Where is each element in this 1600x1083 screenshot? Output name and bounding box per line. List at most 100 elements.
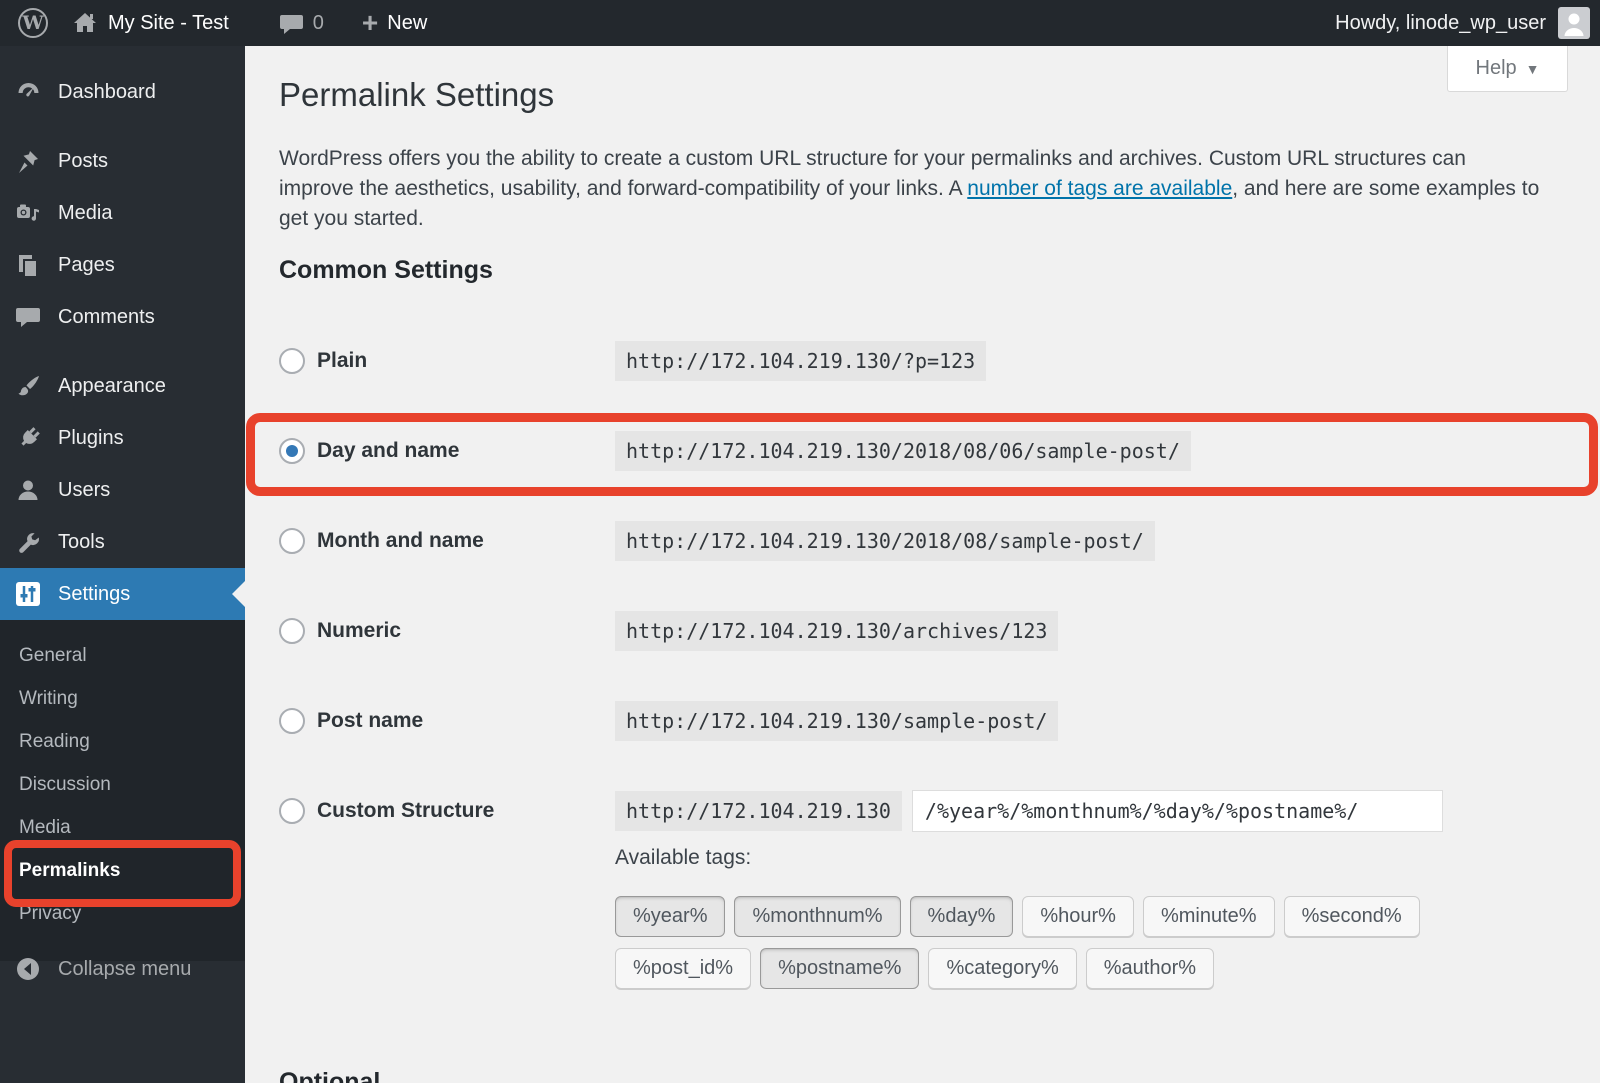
option-label: Numeric [317,619,402,642]
option-row-month-and-name: Month and name http://172.104.219.130/20… [279,496,1443,586]
example-url: http://172.104.219.130/2018/08/sample-po… [615,521,1155,561]
help-dropdown-button[interactable]: Help ▼ [1447,46,1568,92]
radio-day-and-name[interactable] [279,438,305,464]
option-label: Day and name [317,439,460,462]
sidebar-item-appearance[interactable]: Appearance [0,360,245,412]
sidebar-item-label: Media [58,201,113,224]
menu-separator [0,118,245,135]
tag-button-year[interactable]: %year% [615,896,726,937]
sidebar-item-label: Plugins [58,426,124,449]
tag-button-category[interactable]: %category% [928,948,1077,989]
sidebar-item-plugins[interactable]: Plugins [0,412,245,464]
tags-available-link[interactable]: number of tags are available [967,177,1232,200]
submenu-item-discussion[interactable]: Discussion [0,763,245,806]
appearance-icon [14,373,42,400]
media-icon [14,200,42,227]
howdy-account-link[interactable]: Howdy, linode_wp_user [1335,12,1546,35]
plus-icon: + [361,7,379,38]
help-caret-icon: ▼ [1525,60,1540,77]
wordpress-menu-button[interactable]: W [0,0,60,46]
sidebar-item-label: Tools [58,530,105,553]
collapse-menu-label: Collapse menu [58,957,192,980]
example-url: http://172.104.219.130/sample-post/ [615,701,1059,741]
sidebar-item-settings[interactable]: Settings [0,568,245,620]
tag-button-post-id[interactable]: %post_id% [615,948,752,989]
tag-button-second[interactable]: %second% [1283,896,1420,937]
tag-button-minute[interactable]: %minute% [1142,896,1275,937]
option-row-numeric: Numeric http://172.104.219.130/archives/… [279,586,1443,676]
option-label: Post name [317,709,424,732]
tag-button-author[interactable]: %author% [1085,948,1215,989]
main-content: Help ▼ Permalink Settings WordPress offe… [245,46,1600,1083]
optional-heading: Optional [279,1068,381,1083]
available-tags-label: Available tags: [615,846,752,869]
collapse-menu-button[interactable]: Collapse menu [0,943,245,995]
comments-shortcut[interactable]: 0 [267,0,336,46]
sidebar-item-users[interactable]: Users [0,464,245,516]
sidebar-item-label: Comments [58,305,155,328]
sidebar-item-label: Appearance [58,374,166,397]
site-name: My Site - Test [108,11,229,34]
sidebar-item-tools[interactable]: Tools [0,516,245,568]
submenu-item-permalinks[interactable]: Permalinks [0,849,245,892]
sidebar-item-label: Users [58,478,111,501]
example-url: http://172.104.219.130/archives/123 [615,611,1059,651]
comments-count: 0 [312,11,324,34]
comments-icon [14,304,42,330]
submenu-item-writing[interactable]: Writing [0,677,245,720]
new-content-button[interactable]: + New [350,0,439,46]
submenu-item-reading[interactable]: Reading [0,720,245,763]
site-link[interactable]: My Site - Test [60,0,241,46]
new-label: New [387,11,428,34]
permalink-options: Plain http://172.104.219.130/?p=123 Day … [279,316,1443,856]
sidebar-item-media[interactable]: Media [0,187,245,239]
home-icon [72,10,98,36]
sidebar-item-pages[interactable]: Pages [0,239,245,291]
tools-icon [14,529,42,556]
help-label: Help [1475,57,1517,79]
radio-custom-structure[interactable] [279,798,305,824]
radio-month-and-name[interactable] [279,528,305,554]
sidebar-item-label: Pages [58,253,115,276]
active-menu-arrow [232,581,245,607]
submenu-item-media[interactable]: Media [0,806,245,849]
avatar[interactable] [1558,7,1590,39]
tag-button-day[interactable]: %day% [909,896,1014,937]
common-settings-heading: Common Settings [279,256,493,284]
dashboard-icon [14,79,42,106]
collapse-icon [14,956,42,982]
sidebar-item-comments[interactable]: Comments [0,291,245,343]
tag-button-postname[interactable]: %postname% [760,948,920,989]
option-row-post-name: Post name http://172.104.219.130/sample-… [279,676,1443,766]
custom-url-prefix: http://172.104.219.130 [615,791,902,831]
tag-button-hour[interactable]: %hour% [1022,896,1134,937]
option-row-custom-structure: Custom Structure http://172.104.219.130 [279,766,1443,856]
option-label: Custom Structure [317,799,495,822]
menu-separator [0,343,245,360]
option-row-plain: Plain http://172.104.219.130/?p=123 [279,316,1443,406]
option-label: Plain [317,349,368,372]
available-tags-row-2: %post_id% %postname% %category% %author% [615,948,1215,989]
plugins-icon [14,425,42,452]
sidebar: Dashboard Posts Media Pages Comments App… [0,46,245,1083]
comments-bubble-icon [279,11,304,36]
radio-numeric[interactable] [279,618,305,644]
available-tags-row-1: %year% %monthnum% %day% %hour% %minute% … [615,896,1420,937]
option-label: Month and name [317,529,484,552]
radio-post-name[interactable] [279,708,305,734]
example-url: http://172.104.219.130/2018/08/06/sample… [615,431,1191,471]
submenu-item-general[interactable]: General [0,634,245,677]
sidebar-item-posts[interactable]: Posts [0,135,245,187]
settings-submenu: General Writing Reading Discussion Media… [0,620,245,961]
custom-structure-input[interactable] [911,790,1443,832]
radio-plain[interactable] [279,348,305,374]
sidebar-item-dashboard[interactable]: Dashboard [0,66,245,118]
users-icon [14,477,42,503]
page-title: Permalink Settings [279,76,555,113]
submenu-item-privacy[interactable]: Privacy [0,892,245,935]
settings-icon [14,580,42,608]
admin-bar-right: Howdy, linode_wp_user [1335,7,1600,39]
example-url: http://172.104.219.130/?p=123 [615,341,987,381]
tag-button-monthnum[interactable]: %monthnum% [734,896,901,937]
admin-bar: W My Site - Test 0 + New Howdy, linode_w… [0,0,1600,46]
